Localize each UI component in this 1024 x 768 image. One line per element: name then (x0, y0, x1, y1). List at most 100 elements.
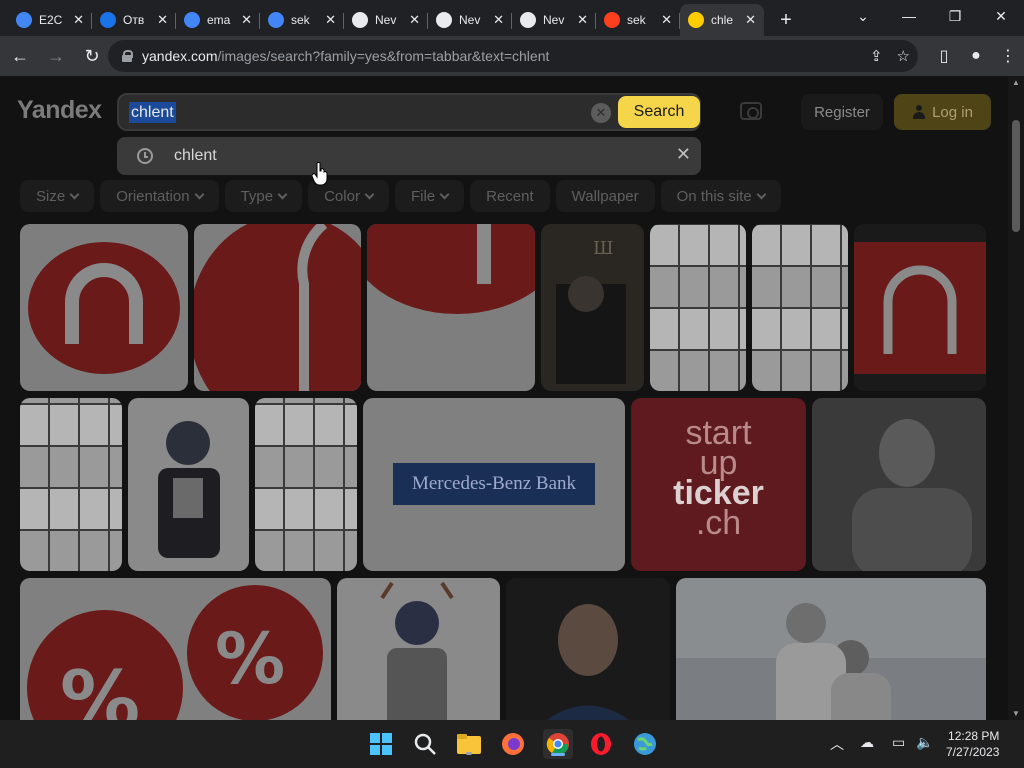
globe-app-icon[interactable] (631, 730, 659, 758)
filter-chip[interactable]: Size (20, 180, 95, 212)
filter-chip[interactable]: Wallpaper (555, 180, 655, 212)
close-window-button[interactable]: ✕ (978, 0, 1024, 32)
remove-suggestion-icon[interactable]: ✕ (676, 144, 691, 165)
browser-tab[interactable]: Nev ✕ (512, 4, 596, 36)
mouse-cursor-icon (312, 162, 328, 186)
forward-button[interactable]: → (40, 40, 72, 72)
suggestion-text[interactable]: chlent (174, 147, 217, 165)
browser-tab[interactable]: Отв ✕ (92, 4, 176, 36)
tab-close-icon[interactable]: ✕ (577, 12, 588, 28)
windows-start-icon[interactable] (367, 730, 395, 758)
image-result[interactable] (255, 398, 357, 571)
profile-icon[interactable]: ● (960, 40, 992, 72)
window-controls: ⌄ — ❐ ✕ (840, 0, 1024, 32)
tab-close-icon[interactable]: ✕ (493, 12, 504, 28)
browser-tab[interactable]: Nev ✕ (428, 4, 512, 36)
tab-close-icon[interactable]: ✕ (409, 12, 420, 28)
search-input[interactable]: chlent (129, 102, 176, 123)
google-icon (16, 12, 32, 28)
filter-chip[interactable]: On this site (660, 180, 781, 212)
tab-strip: E2C ✕ Отв ✕ ema ✕ sek ✕ Nev ✕ Nev ✕ Nev ✕ sek ✕ chle ✕ + … (0, 0, 1024, 36)
filter-chip[interactable]: File (394, 180, 465, 212)
search-suggestion[interactable]: chlent ✕ (117, 137, 701, 175)
browser-tab[interactable]: chle ✕ (680, 4, 764, 36)
back-button[interactable]: ← (4, 40, 36, 72)
firefox-icon[interactable] (499, 730, 527, 758)
reload-button[interactable]: ↻ (76, 40, 108, 72)
scrollbar-thumb[interactable] (1012, 120, 1020, 232)
image-result[interactable] (854, 224, 986, 391)
image-result[interactable] (812, 398, 986, 571)
browser-tab[interactable]: E2C ✕ (8, 4, 92, 36)
share-icon[interactable]: ⇪ (870, 47, 883, 65)
page-scrollbar[interactable]: ▲ ▼ (1008, 76, 1024, 720)
system-clock[interactable]: 12:28 PM 7/27/2023 (946, 728, 999, 760)
volume-icon[interactable]: 🔈 (916, 734, 933, 751)
filter-bar: Size Orientation Type Color File Recent Wallpa… (20, 180, 781, 212)
anime-girl-image (380, 581, 454, 720)
lock-icon[interactable] (122, 50, 133, 62)
tab-close-icon[interactable]: ✕ (745, 12, 756, 28)
file-explorer-icon[interactable] (455, 730, 483, 758)
search-icon[interactable] (411, 730, 439, 758)
filter-chip[interactable]: Orientation (100, 180, 219, 212)
image-result[interactable] (650, 224, 746, 391)
opera-icon[interactable] (587, 730, 615, 758)
omnibox-actions: ⇪ ☆ (870, 40, 910, 72)
tray-overflow-chevron-icon[interactable]: ︿ (830, 734, 844, 754)
minimize-button[interactable]: — (886, 0, 932, 32)
bookmark-star-icon[interactable]: ☆ (897, 47, 910, 65)
tab-title: sek (627, 13, 646, 27)
browser-tab[interactable]: ema ✕ (176, 4, 260, 36)
new-tab-button[interactable]: + (770, 4, 802, 36)
filter-label: File (410, 187, 436, 205)
image-result[interactable]: Mercedes-Benz Bank (363, 398, 625, 571)
yandex-logo[interactable]: Yandex (17, 96, 102, 125)
image-result[interactable]: % % (20, 578, 331, 720)
search-box[interactable]: chlent ✕ Search (117, 93, 701, 131)
filter-chip[interactable]: Type (224, 180, 303, 212)
clock-date: 7/27/2023 (946, 745, 1000, 759)
tab-close-icon[interactable]: ✕ (157, 12, 168, 28)
image-result[interactable] (752, 224, 848, 391)
network-icon[interactable]: ▭ (892, 734, 905, 751)
tab-close-icon[interactable]: ✕ (325, 12, 336, 28)
filter-label: Orientation (116, 187, 190, 205)
browser-tab[interactable]: sek ✕ (260, 4, 344, 36)
image-result[interactable] (506, 578, 670, 720)
filter-label: Color (324, 187, 360, 205)
search-button[interactable]: Search (618, 96, 700, 128)
register-button[interactable]: Register (801, 94, 883, 130)
browser-tab[interactable]: Nev ✕ (344, 4, 428, 36)
login-button[interactable]: Log in (894, 94, 991, 130)
image-result[interactable] (676, 578, 986, 720)
chevron-down-icon (69, 189, 80, 199)
browser-toolbar: ← → ↻ yandex.com/images/search?family=ye… (0, 36, 1024, 76)
image-result[interactable]: Ш (541, 224, 644, 391)
image-result[interactable] (20, 398, 122, 571)
tab-close-icon[interactable]: ✕ (241, 12, 252, 28)
image-result[interactable] (128, 398, 249, 571)
tab-close-icon[interactable]: ✕ (73, 12, 84, 28)
scroll-down-icon[interactable]: ▼ (1012, 709, 1020, 718)
filter-chip[interactable]: Recent (470, 180, 550, 212)
chrome-icon[interactable] (543, 729, 573, 759)
side-panel-icon[interactable]: ▯ (928, 40, 960, 72)
browser-tab[interactable]: sek ✕ (596, 4, 680, 36)
image-result[interactable] (337, 578, 500, 720)
camera-search-icon[interactable] (740, 102, 762, 120)
scroll-up-icon[interactable]: ▲ (1012, 78, 1020, 87)
tab-search-icon[interactable]: ⌄ (840, 0, 886, 32)
image-result[interactable] (20, 224, 188, 391)
chevron-down-icon (194, 189, 205, 199)
clear-search-icon[interactable]: ✕ (591, 103, 611, 123)
image-result[interactable] (194, 224, 361, 391)
menu-icon[interactable]: ⋮ (992, 40, 1024, 72)
man-portrait-image (546, 604, 630, 720)
onedrive-cloud-icon[interactable]: ☁ (860, 734, 874, 751)
restore-button[interactable]: ❐ (932, 0, 978, 32)
address-bar[interactable]: yandex.com/images/search?family=yes&from… (108, 40, 918, 72)
image-result[interactable]: start up ticker .ch (631, 398, 806, 571)
tab-close-icon[interactable]: ✕ (661, 12, 672, 28)
image-result[interactable] (367, 224, 535, 391)
